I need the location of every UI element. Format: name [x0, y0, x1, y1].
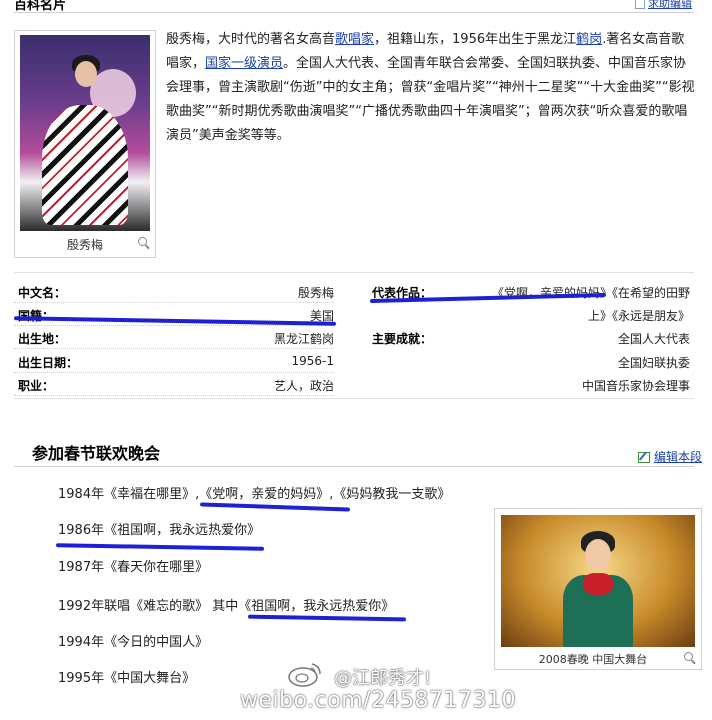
divider — [14, 12, 694, 13]
info-row-birthdate: 出生日期： 1956-1 — [14, 350, 334, 373]
photo-collar — [583, 573, 613, 595]
divider — [14, 272, 694, 273]
list-item: 1986年《祖国啊，我永远热爱你》 — [58, 523, 261, 538]
zoom-icon[interactable] — [138, 237, 147, 246]
info-row-works-cont: 上》《永远是朋友》 — [368, 303, 690, 325]
info-row-birthplace: 出生地： 黑龙江鹤岗 — [14, 326, 334, 349]
link-singer[interactable]: 歌唱家 — [335, 32, 374, 47]
info-value: 殷秀梅 — [297, 286, 334, 300]
list-item: 1994年《今日的中国人》 — [58, 635, 209, 650]
info-key: 职业： — [18, 379, 55, 393]
ink-underline-1986 — [55, 543, 265, 551]
help-edit-label: 求助编辑 — [648, 0, 692, 10]
info-value: 中国音乐家协会理事 — [581, 379, 690, 393]
ink-underline-1984 — [199, 502, 351, 512]
gala-photo-card[interactable]: 2008春晚 中国大舞台 — [494, 508, 702, 670]
divider — [14, 398, 694, 399]
photo-head — [585, 539, 611, 571]
intro-text: ，祖籍山东，1956年出生于黑龙江 — [374, 32, 577, 47]
list-item: 1987年《春天你在哪里》 — [58, 560, 209, 575]
link-hegang[interactable]: 鹤岗 — [576, 32, 602, 47]
help-edit-link[interactable]: 求助编辑 — [635, 0, 692, 11]
list-item: 1995年《中国大舞台》 — [58, 671, 196, 686]
profile-photo-caption: 殷秀梅 — [66, 238, 103, 252]
watermark-username: @江郎秀才! — [334, 668, 432, 689]
zoom-icon[interactable] — [684, 652, 693, 661]
photo-dress — [42, 105, 128, 225]
edit-icon — [637, 452, 650, 463]
edit-section-label: 编辑本段 — [653, 450, 702, 464]
info-value: 全国人大代表 — [617, 332, 690, 346]
weibo-logo-icon — [288, 663, 321, 687]
edit-section-link[interactable]: 编辑本段 — [637, 448, 702, 465]
info-row-occupation: 职业： 艺人，政治 — [14, 373, 334, 396]
info-key: 出生日期： — [18, 356, 79, 370]
profile-photo-card[interactable]: 殷秀梅 — [14, 30, 156, 258]
info-row-achievements-2: 全国妇联执委 — [368, 350, 690, 372]
info-value: 1956-1 — [291, 354, 334, 368]
info-key: 主要成就： — [372, 332, 433, 346]
ink-underline-1992 — [247, 614, 407, 622]
photo-head — [75, 61, 97, 87]
divider — [14, 466, 694, 467]
gala-photo-caption: 2008春晚 中国大舞台 — [538, 653, 648, 666]
intro-paragraph: 殷秀梅，大时代的著名女高音歌唱家，祖籍山东，1956年出生于黑龙江鹤岗.著名女高… — [166, 28, 696, 148]
info-row-achievements: 主要成就： 全国人大代表 — [368, 326, 690, 348]
intro-text: 殷秀梅，大时代的著名女高音 — [166, 32, 336, 47]
list-item: 1992年联唱《难忘的歌》 其中《祖国啊，我永远热爱你》 — [58, 599, 395, 614]
info-key: 出生地： — [18, 332, 67, 346]
help-icon — [635, 0, 645, 9]
info-value: 全国妇联执委 — [617, 356, 690, 370]
link-national-actor[interactable]: 国家一级演员 — [205, 56, 283, 71]
info-key: 中文名： — [18, 286, 67, 300]
info-value: 上》《永远是朋友》 — [587, 309, 690, 323]
section-title: 参加春节联欢晚会 — [32, 444, 161, 463]
watermark-url: weibo.com/2458717310 — [240, 688, 517, 713]
profile-photo[interactable] — [20, 35, 150, 231]
info-value: 黑龙江鹤岗 — [273, 332, 334, 346]
gala-photo[interactable] — [501, 515, 695, 647]
info-row-achievements-3: 中国音乐家协会理事 — [368, 373, 690, 395]
info-value: 艺人，政治 — [273, 379, 334, 393]
info-row-chinese-name: 中文名： 殷秀梅 — [14, 280, 334, 303]
list-item: 1984年《幸福在哪里》,《党啊，亲爱的妈妈》,《妈妈教我一支歌》 — [58, 487, 451, 502]
